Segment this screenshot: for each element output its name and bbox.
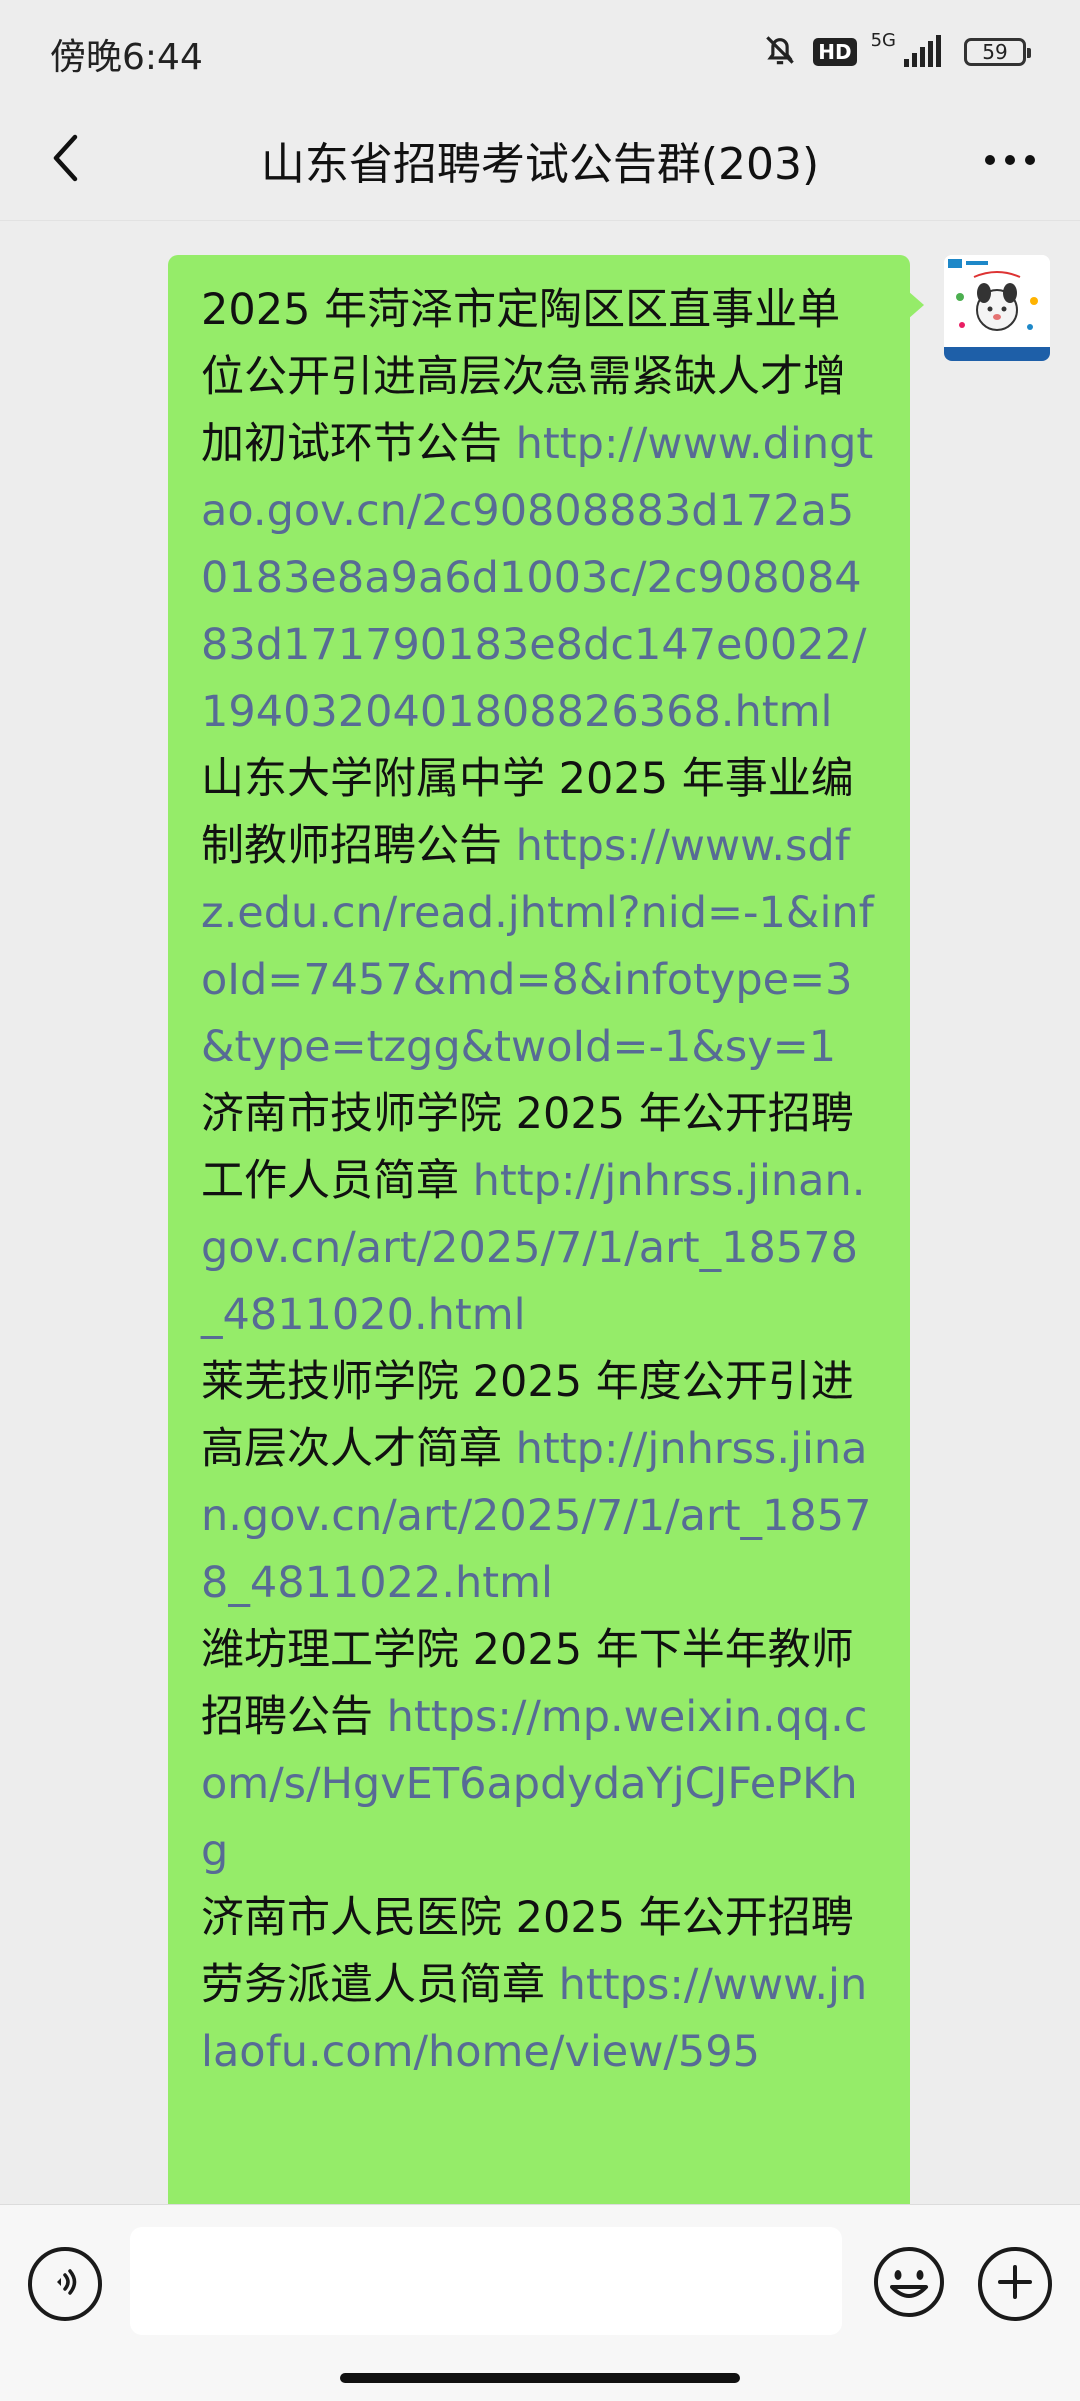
group-avatar-image	[944, 255, 1050, 361]
status-icons: HD 5G 59	[761, 28, 1031, 76]
plus-button[interactable]	[978, 2247, 1052, 2321]
mute-bell-icon	[761, 31, 799, 73]
page-title: 山东省招聘考试公告群(203)	[260, 139, 820, 190]
input-bar	[0, 2204, 1080, 2401]
message-entry: 潍坊理工学院 2025 年下半年教师招聘公告 https://mp.weixin…	[201, 1617, 876, 1885]
more-dots-icon	[984, 151, 1036, 170]
more-button[interactable]	[970, 122, 1050, 198]
status-time: 傍晚6:44	[50, 37, 203, 78]
signal-icon	[904, 33, 950, 71]
emoji-button[interactable]	[872, 2247, 946, 2321]
battery-icon: 59	[964, 38, 1031, 66]
plus-circle-icon	[995, 2262, 1035, 2306]
avatar[interactable]	[944, 255, 1050, 361]
back-button[interactable]	[30, 122, 100, 198]
message-text: 2025 年菏泽市定陶区区直事业单位公开引进高层次急需紧缺人才增加初试环节公告 …	[168, 255, 924, 2205]
message-entry: 济南市人民医院 2025 年公开招聘劳务派遣人员简章 https://www.j…	[201, 1885, 876, 2086]
voice-button[interactable]	[28, 2247, 102, 2321]
chat-area[interactable]: 2025 年菏泽市定陶区区直事业单位公开引进高层次急需紧缺人才增加初试环节公告 …	[0, 220, 1080, 2205]
message-entry: 济南市技师学院 2025 年公开招聘工作人员简章 http://jnhrss.j…	[201, 1081, 876, 1349]
status-bar: 傍晚6:44 HD 5G 59	[0, 0, 1080, 100]
hd-icon: HD	[813, 38, 857, 66]
chevron-left-icon	[50, 133, 80, 187]
chat-header: 山东省招聘考试公告群(203)	[0, 100, 1080, 220]
voice-icon	[45, 2262, 85, 2306]
message-entry: 2025 年菏泽市定陶区区直事业单位公开引进高层次急需紧缺人才增加初试环节公告 …	[201, 277, 876, 746]
home-indicator	[340, 2373, 740, 2383]
message-input[interactable]	[130, 2227, 842, 2335]
message-entry: 莱芜技师学院 2025 年度公开引进高层次人才简章 http://jnhrss.…	[201, 1349, 876, 1617]
message-bubble[interactable]: 2025 年菏泽市定陶区区直事业单位公开引进高层次急需紧缺人才增加初试环节公告 …	[168, 255, 924, 2205]
network-label: 5G	[870, 30, 896, 51]
bubble-tail	[908, 291, 924, 319]
message-entry: 山东大学附属中学 2025 年事业编制教师招聘公告 https://www.sd…	[201, 746, 876, 1081]
emoji-icon	[872, 2245, 946, 2323]
